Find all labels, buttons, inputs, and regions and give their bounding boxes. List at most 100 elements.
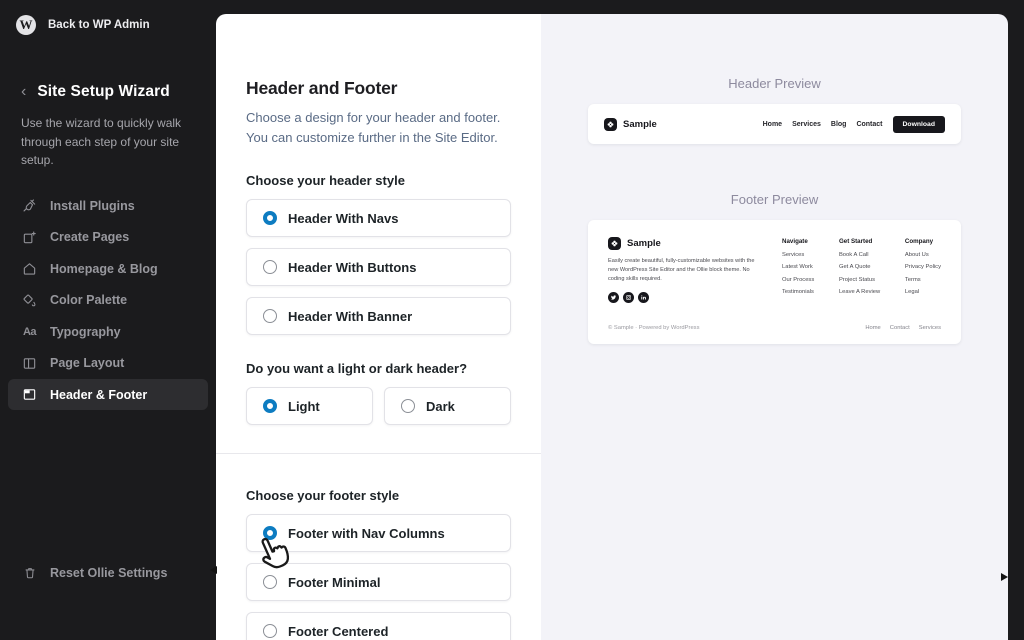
sidebar: W Back to WP Admin ‹ Site Setup Wizard U… bbox=[0, 0, 216, 640]
footer-columns: Navigate Services Latest Work Our Process Te… bbox=[758, 237, 941, 303]
sidebar-item-label: Homepage & Blog bbox=[50, 261, 158, 276]
footer-preview-title: Footer Preview bbox=[730, 192, 819, 207]
back-to-wp-admin-link[interactable]: W Back to WP Admin bbox=[16, 15, 200, 35]
footer-link: Legal bbox=[904, 289, 920, 295]
sidebar-item-header-footer[interactable]: Header & Footer bbox=[8, 378, 208, 411]
option-label: Light bbox=[288, 398, 320, 414]
back-to-wp-admin-label: Back to WP Admin bbox=[48, 19, 150, 31]
footer-bottom-links: Home Contact Services bbox=[865, 325, 941, 331]
sidebar-item-install-plugins[interactable]: Install Plugins bbox=[8, 190, 208, 222]
radio-footer-centered[interactable] bbox=[263, 624, 277, 638]
preview-header-nav: Home Services Blog Contact bbox=[763, 121, 883, 128]
sidebar-item-typography[interactable]: Aa Typography bbox=[8, 316, 208, 348]
footer-column-heading: Navigate bbox=[782, 238, 808, 245]
footer-link: Terms bbox=[904, 276, 921, 283]
plug-icon bbox=[22, 198, 37, 213]
footer-column-heading: Company bbox=[904, 238, 934, 245]
footer-link: Book A Call bbox=[838, 251, 869, 258]
twitter-icon bbox=[608, 291, 619, 303]
header-style-option-header-with-buttons[interactable]: Header With Buttons bbox=[246, 248, 511, 286]
sidebar-item-color-palette[interactable]: Color Palette bbox=[8, 284, 208, 316]
header-preview-title: Header Preview bbox=[728, 76, 821, 91]
footer-link: Project Status bbox=[838, 276, 876, 283]
footer-style-label: Choose your footer style bbox=[246, 488, 400, 503]
option-label: Header With Buttons bbox=[288, 259, 417, 275]
linkedin-icon bbox=[638, 291, 649, 303]
option-label: Header With Banner bbox=[288, 308, 413, 324]
preview-brand: Sample bbox=[604, 117, 657, 131]
pages-icon bbox=[22, 230, 37, 245]
layout-icon bbox=[22, 356, 37, 371]
footer-social-icons bbox=[608, 291, 758, 303]
option-label: Footer Minimal bbox=[288, 574, 381, 590]
header-style-option-header-with-banner[interactable]: Header With Banner bbox=[246, 297, 511, 335]
brand-logo-icon bbox=[604, 117, 617, 131]
header-style-label: Choose your header style bbox=[246, 173, 405, 188]
footer-link: Get A Quote bbox=[838, 264, 871, 270]
header-footer-icon bbox=[22, 387, 37, 402]
option-label: Footer with Nav Columns bbox=[288, 525, 445, 541]
sidebar-item-label: Header & Footer bbox=[50, 387, 148, 402]
radio-header-with-banner[interactable] bbox=[263, 309, 277, 323]
sidebar-item-page-layout[interactable]: Page Layout bbox=[8, 347, 208, 379]
header-style-option-header-with-navs[interactable]: Header With Navs bbox=[246, 199, 511, 237]
sidebar-item-label: Typography bbox=[50, 324, 121, 339]
option-label: Dark bbox=[426, 398, 455, 414]
footer-link: Testimonials bbox=[782, 289, 814, 295]
instagram-icon bbox=[623, 291, 634, 303]
sidebar-item-label: Install Plugins bbox=[50, 198, 135, 213]
header-tone-options: Light Dark bbox=[246, 387, 511, 425]
reset-ollie-settings-button[interactable]: Reset Ollie Settings bbox=[22, 565, 167, 580]
preview-nav-home: Home bbox=[762, 120, 783, 128]
trash-icon bbox=[22, 565, 37, 580]
preview-nav-services: Services bbox=[792, 120, 821, 128]
footer-column-get-started: Get Started Book A Call Get A Quote Project… bbox=[839, 238, 880, 303]
footer-column-heading: Get Started bbox=[838, 238, 873, 245]
preview-nav-blog: Blog bbox=[830, 120, 847, 128]
preview-nav-contact: Contact bbox=[856, 120, 883, 128]
app-root: W Back to WP Admin ‹ Site Setup Wizard U… bbox=[0, 0, 1024, 640]
sidebar-item-label: Page Layout bbox=[50, 356, 125, 371]
footer-bottom-link-home: Home bbox=[865, 325, 881, 331]
footer-column-navigate: Navigate Services Latest Work Our Process Te… bbox=[782, 238, 814, 303]
sidebar-item-homepage-blog[interactable]: Homepage & Blog bbox=[8, 253, 208, 285]
header-tone-option-light[interactable]: Light bbox=[246, 387, 373, 425]
radio-header-with-navs[interactable] bbox=[263, 211, 277, 225]
section-divider bbox=[216, 453, 541, 454]
reset-ollie-settings-label: Reset Ollie Settings bbox=[50, 565, 168, 580]
sidebar-item-create-pages[interactable]: Create Pages bbox=[8, 221, 208, 253]
radio-dark[interactable] bbox=[401, 399, 415, 413]
footer-copyright: © Sample · Powered by WordPress bbox=[608, 325, 700, 331]
brand-logo-icon bbox=[608, 237, 621, 250]
header-style-options: Header With Navs Header With Buttons Heade… bbox=[246, 199, 511, 335]
footer-column-company: Company About Us Privacy Policy Terms Legal bbox=[905, 238, 941, 303]
footer-link: Latest Work bbox=[782, 264, 813, 270]
back-chevron-icon[interactable]: ‹ bbox=[21, 84, 26, 100]
header-tone-option-dark[interactable]: Dark bbox=[384, 387, 511, 425]
footer-link: Services bbox=[782, 251, 805, 258]
edge-arrow-right-icon bbox=[1001, 573, 1008, 581]
wordpress-logo-icon: W bbox=[16, 15, 36, 35]
radio-header-with-buttons[interactable] bbox=[263, 260, 277, 274]
footer-link: Privacy Policy bbox=[904, 264, 941, 270]
footer-preview-card: Sample Easily create beautiful, fully-cu… bbox=[588, 220, 961, 344]
footer-bottom-link-contact: Contact bbox=[889, 325, 910, 331]
wizard-title: Site Setup Wizard bbox=[37, 83, 170, 100]
option-label: Header With Navs bbox=[288, 210, 399, 226]
sidebar-item-label: Color Palette bbox=[50, 293, 128, 308]
brand-name: Sample bbox=[627, 238, 661, 249]
footer-link: Leave A Review bbox=[838, 289, 881, 295]
footer-link: About Us bbox=[904, 251, 929, 258]
footer-style-option-footer-centered[interactable]: Footer Centered bbox=[246, 612, 511, 640]
home-icon bbox=[22, 261, 37, 276]
preview-download-button: Download bbox=[892, 115, 945, 133]
footer-bottom-link-services: Services bbox=[918, 325, 941, 331]
page-title: Header and Footer bbox=[246, 78, 398, 98]
footer-preview-description: Easily create beautiful, fully-customiza… bbox=[608, 258, 755, 282]
sidebar-nav: Install Plugins Create Pages Homepage & Bl… bbox=[8, 190, 208, 411]
radio-light[interactable] bbox=[263, 399, 277, 413]
typography-icon: Aa bbox=[22, 325, 37, 338]
sidebar-item-label: Create Pages bbox=[50, 230, 130, 245]
preview-panel: Header Preview Sample Home Services Blog Co… bbox=[541, 14, 1008, 640]
option-label: Footer Centered bbox=[288, 623, 389, 639]
